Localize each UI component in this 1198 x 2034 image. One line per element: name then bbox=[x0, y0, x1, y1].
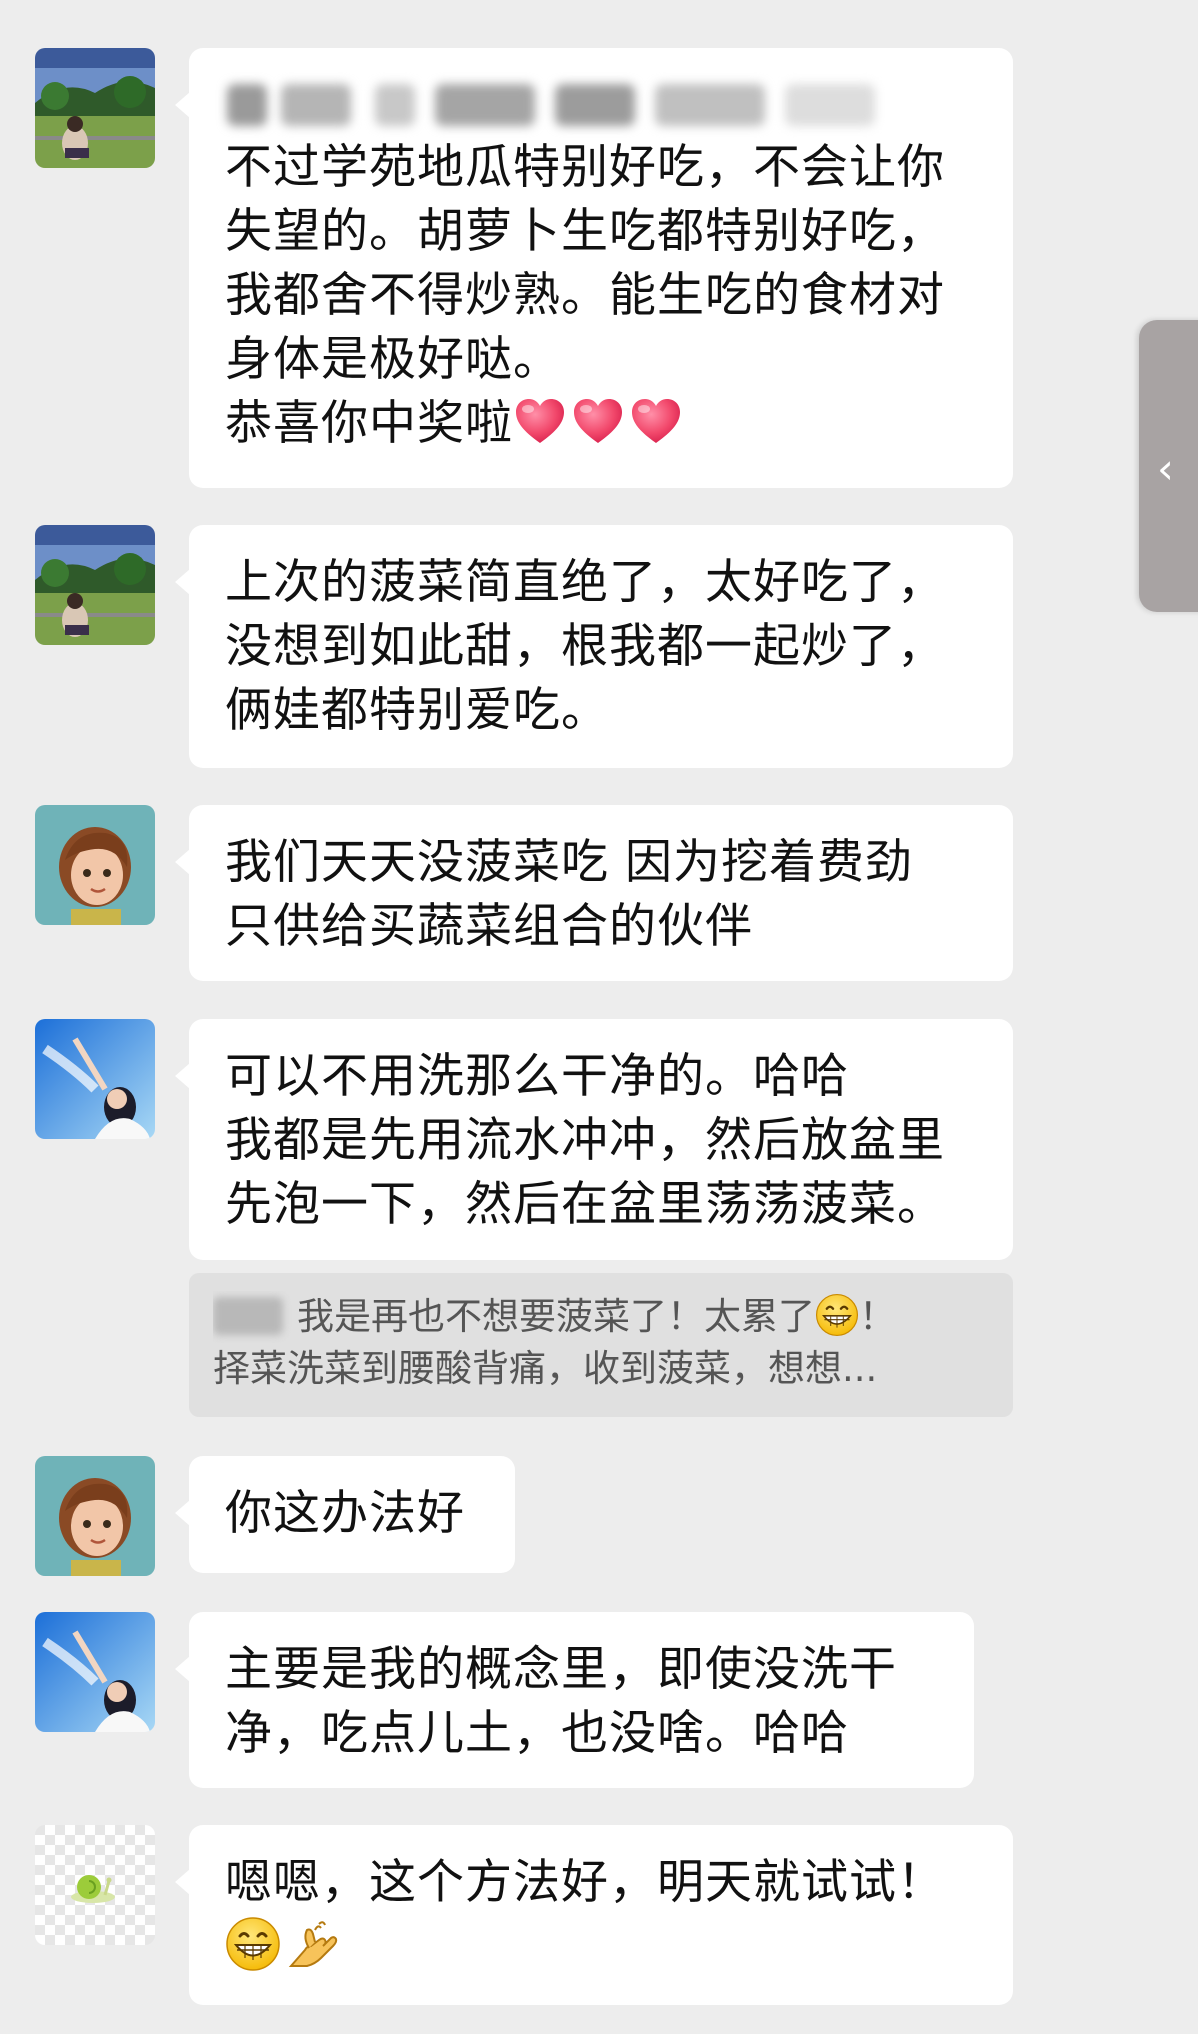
side-panel-tab[interactable]: ‹ bbox=[1139, 320, 1198, 612]
quoted-message[interactable]: 我是再也不想要菠菜了！太累了 ！ 择菜洗菜到腰酸背痛，收到菠菜，想想... bbox=[189, 1273, 1013, 1417]
avatar-landscape-person[interactable] bbox=[35, 525, 155, 645]
avatar-sky-girl[interactable] bbox=[35, 1612, 155, 1732]
quoted-text-line: 择菜洗菜到腰酸背痛，收到菠菜，想想... bbox=[213, 1347, 878, 1390]
message-text-line: 净，吃点儿土，也没啥。哈哈 bbox=[225, 1706, 849, 1761]
message-bubble[interactable]: 可以不用洗那么干净的。哈哈 我都是先用流水冲冲，然后放盆里 先泡一下，然后在盆里… bbox=[175, 1019, 1013, 1260]
ok-hand-icon bbox=[285, 1916, 341, 1972]
message-text-line: 我都是先用流水冲冲，然后放盆里 bbox=[225, 1113, 945, 1168]
avatar-snail[interactable] bbox=[35, 1825, 155, 1945]
avatar-landscape-person[interactable] bbox=[35, 48, 155, 168]
message-text-line: 俩娃都特别爱吃。 bbox=[225, 683, 609, 738]
blurred-sender-name bbox=[213, 1297, 283, 1335]
message-text-line: 主要是我的概念里，即使没洗干 bbox=[225, 1642, 897, 1697]
avatar-cartoon-girl[interactable] bbox=[35, 805, 155, 925]
red-heart-icon bbox=[571, 395, 625, 449]
message-text-line: 你这办法好 bbox=[225, 1486, 465, 1541]
message-text-line: 我们天天没菠菜吃 因为挖着费劲 bbox=[225, 835, 913, 890]
message-text-line: 没想到如此甜，根我都一起炒了， bbox=[225, 619, 945, 674]
grinning-face-icon bbox=[225, 1916, 281, 1972]
message-bubble[interactable]: 主要是我的概念里，即使没洗干 净，吃点儿土，也没啥。哈哈 bbox=[175, 1612, 974, 1788]
message-bubble[interactable]: 不过学苑地瓜特别好吃，不会让你 失望的。胡萝卜生吃都特别好吃， 我都舍不得炒熟。… bbox=[175, 48, 1013, 488]
message-text-line: 失望的。胡萝卜生吃都特别好吃， bbox=[225, 204, 945, 259]
message-emoji-line bbox=[225, 1915, 983, 1979]
chevron-left-icon: ‹ bbox=[1157, 444, 1174, 493]
message-bubble[interactable]: 我们天天没菠菜吃 因为挖着费劲 只供给买蔬菜组合的伙伴 bbox=[175, 805, 1013, 981]
avatar-cartoon-girl[interactable] bbox=[35, 1456, 155, 1576]
message-text-line: 嗯嗯，这个方法好，明天就试试！ bbox=[225, 1855, 945, 1910]
quoted-text: 我是再也不想要菠菜了！太累了 bbox=[297, 1295, 815, 1338]
message-text-line: 恭喜你中奖啦 bbox=[225, 392, 983, 456]
blurred-mention bbox=[225, 74, 983, 136]
message-text-line: 不过学苑地瓜特别好吃，不会让你 bbox=[225, 140, 945, 195]
message-text: 恭喜你中奖啦 bbox=[225, 396, 513, 451]
message-bubble[interactable]: 上次的菠菜简直绝了，太好吃了， 没想到如此甜，根我都一起炒了， 俩娃都特别爱吃。 bbox=[175, 525, 1013, 768]
red-heart-icon bbox=[629, 395, 683, 449]
message-text-line: 身体是极好哒。 bbox=[225, 332, 561, 387]
quoted-text-line: 我是再也不想要菠菜了！太累了 ！ bbox=[213, 1291, 993, 1343]
message-text-line: 只供给买蔬菜组合的伙伴 bbox=[225, 899, 753, 954]
message-bubble[interactable]: 嗯嗯，这个方法好，明天就试试！ bbox=[175, 1825, 1013, 2005]
avatar-sky-girl[interactable] bbox=[35, 1019, 155, 1139]
message-text-line: 先泡一下，然后在盆里荡荡菠菜。 bbox=[225, 1177, 945, 1232]
message-text-line: 我都舍不得炒熟。能生吃的食材对 bbox=[225, 268, 945, 323]
red-heart-icon bbox=[513, 395, 567, 449]
message-text-line: 上次的菠菜简直绝了，太好吃了， bbox=[225, 555, 945, 610]
grinning-face-icon bbox=[815, 1293, 859, 1337]
quoted-text: ！ bbox=[859, 1295, 896, 1338]
message-bubble[interactable]: 你这办法好 bbox=[175, 1456, 515, 1573]
message-text-line: 可以不用洗那么干净的。哈哈 bbox=[225, 1049, 849, 1104]
